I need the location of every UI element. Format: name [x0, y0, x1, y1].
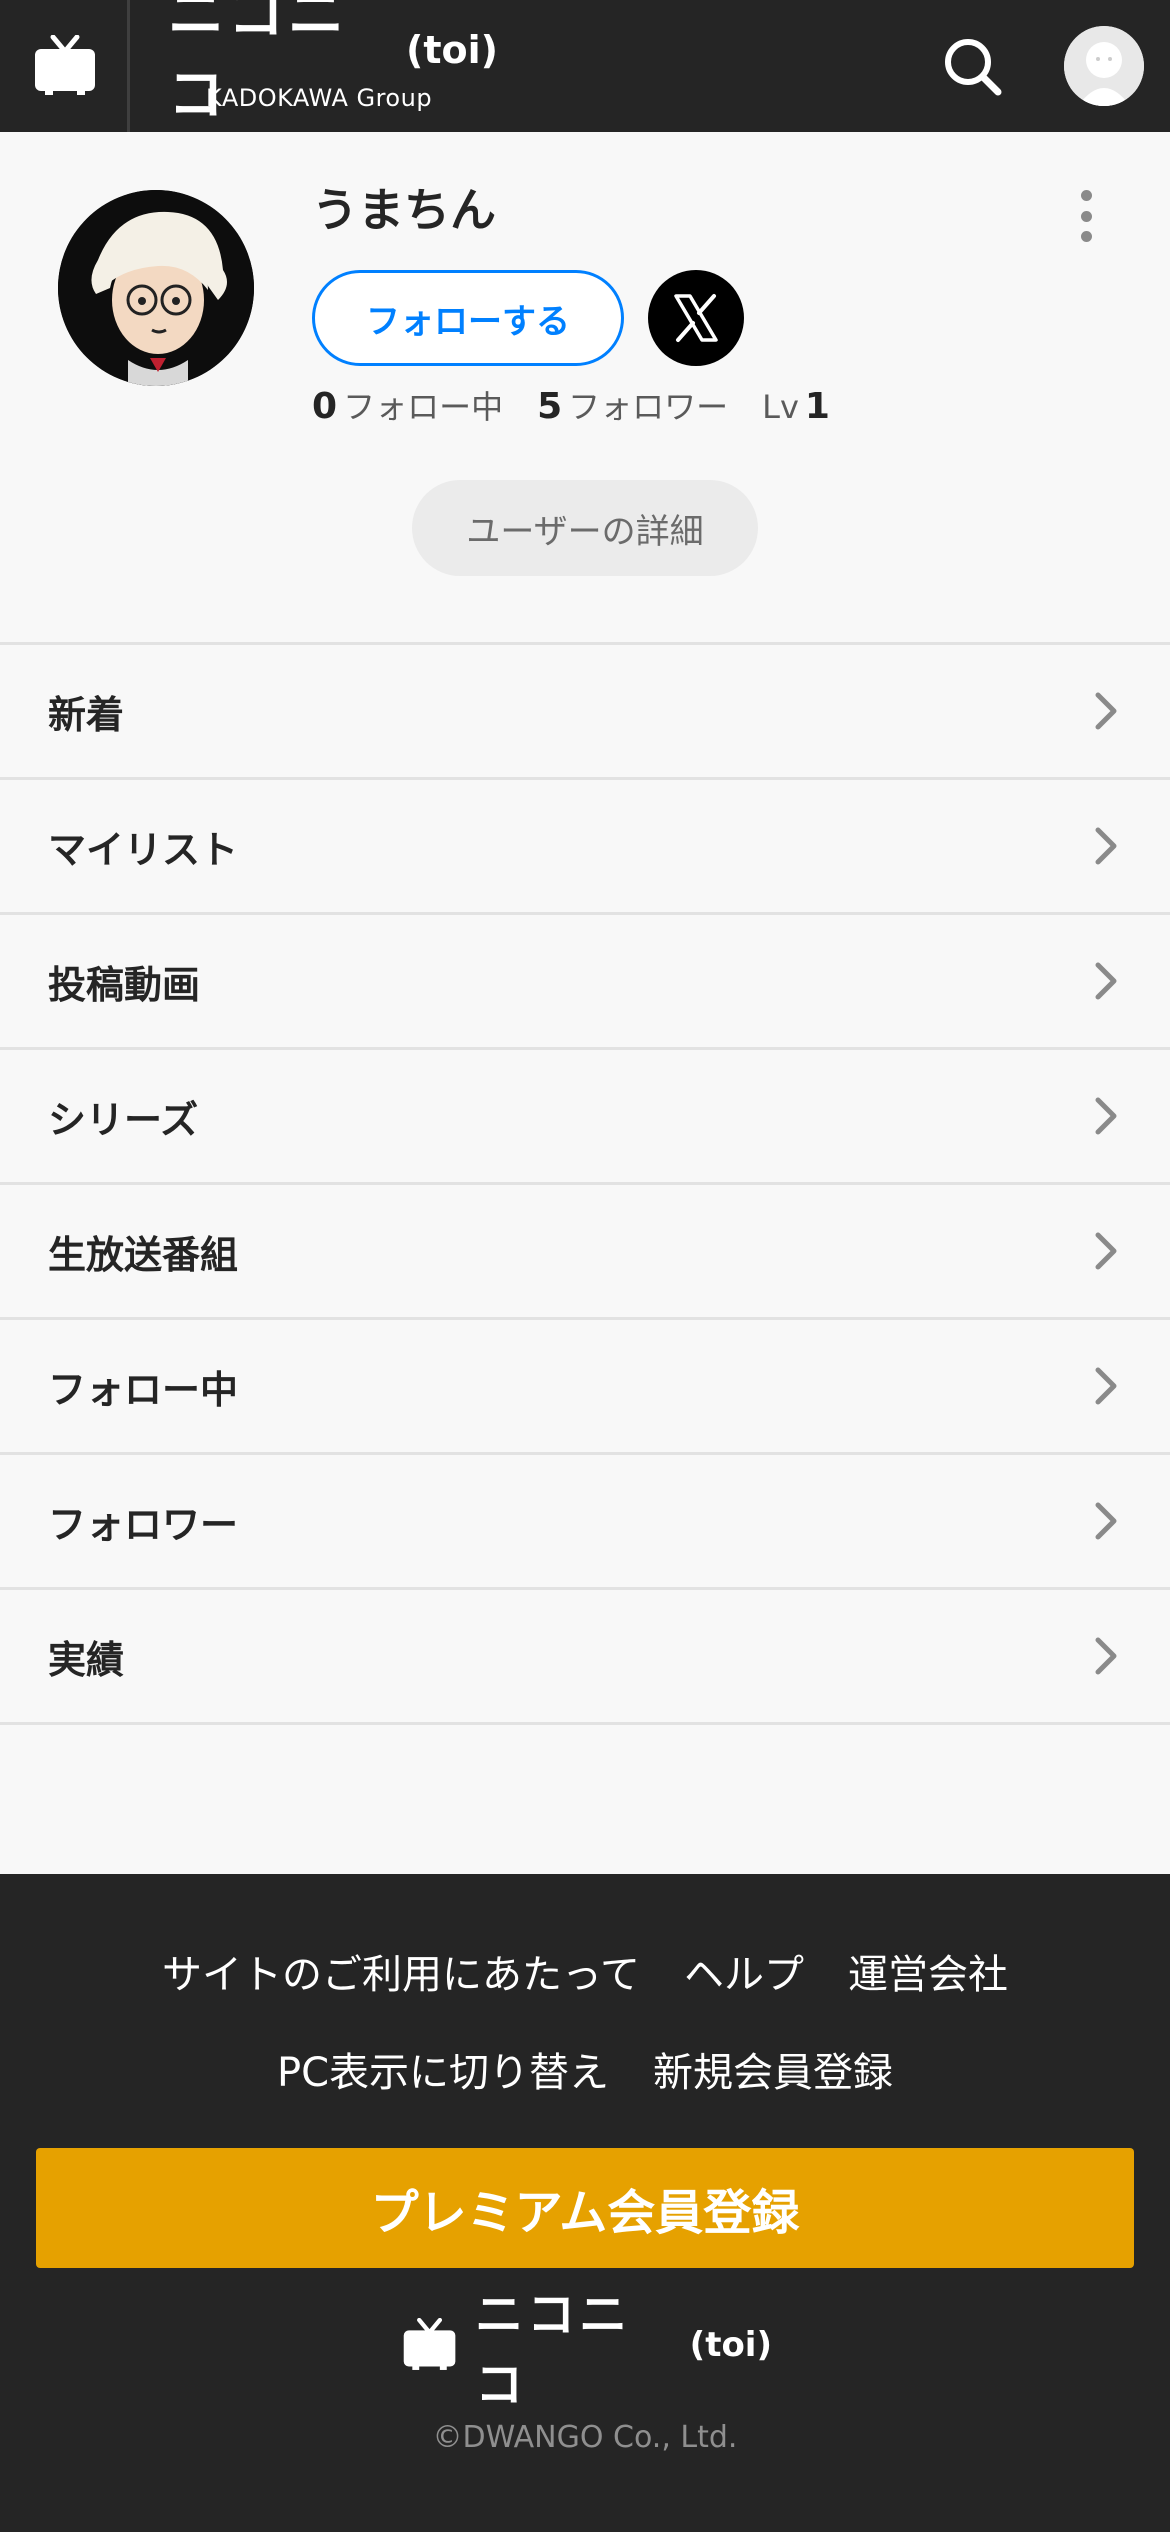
follow-button[interactable]: フォローする	[312, 270, 624, 366]
chevron-right-icon	[1095, 1367, 1117, 1405]
menu-item-label: シリーズ	[48, 1097, 199, 1142]
profile-menu-list: 新着 マイリスト 投稿動画 シリーズ 生放送番組 フォロー中 フォロワー 実績	[0, 642, 1170, 1725]
footer-link-signup[interactable]: 新規会員登録	[653, 2040, 893, 2098]
menu-item-label: 投稿動画	[48, 962, 201, 1007]
more-dot-icon	[1080, 231, 1092, 242]
app-header: ニコニコ (toi) KADOKAWA Group	[0, 0, 1170, 132]
more-options-button[interactable]	[1066, 186, 1106, 246]
site-footer: サイトのご利用にあたって ヘルプ 運営会社 PC表示に切り替え 新規会員登録 プ…	[0, 1874, 1170, 2532]
footer-logo-text: ニコニコ	[475, 2287, 632, 2413]
menu-item-series[interactable]: シリーズ	[0, 1050, 1170, 1185]
profile-stats: 0 フォロー中 5 フォロワー Lv 1	[312, 382, 836, 430]
footer-link-company[interactable]: 運営会社	[848, 1942, 1008, 2000]
profile-avatar-image	[58, 190, 254, 386]
menu-item-followers[interactable]: フォロワー	[0, 1455, 1170, 1590]
footer-link-terms[interactable]: サイトのご利用にあたって	[162, 1942, 640, 2000]
follower-count: 5	[537, 386, 563, 427]
menu-item-label: フォロー中	[48, 1367, 239, 1412]
chevron-right-icon	[1095, 1232, 1117, 1270]
search-button[interactable]	[938, 32, 1006, 100]
search-icon	[945, 39, 1002, 96]
chevron-right-icon	[1095, 1502, 1117, 1540]
footer-link-pc-view[interactable]: PC表示に切り替え	[277, 2040, 609, 2098]
logo-suffix: (toi)	[405, 28, 498, 72]
chevron-right-icon	[1095, 692, 1117, 730]
tv-icon	[35, 35, 95, 95]
more-dot-icon	[1080, 190, 1092, 201]
more-dot-icon	[1080, 210, 1092, 222]
menu-item-label: 新着	[48, 692, 125, 737]
tv-icon	[403, 2318, 456, 2370]
menu-item-new[interactable]: 新着	[0, 645, 1170, 780]
copyright-text: ©DWANGO Co., Ltd.	[432, 2420, 738, 2455]
menu-item-label: 生放送番組	[48, 1232, 239, 1277]
footer-logo[interactable]: ニコニコ (toi)	[402, 2287, 772, 2413]
menu-item-live[interactable]: 生放送番組	[0, 1185, 1170, 1320]
footer-logo-suffix: (toi)	[689, 2325, 772, 2365]
avatar-icon	[1064, 26, 1144, 106]
x-link-button[interactable]	[648, 270, 744, 366]
menu-item-label: マイリスト	[48, 827, 239, 872]
menu-item-videos[interactable]: 投稿動画	[0, 915, 1170, 1050]
menu-item-mylist[interactable]: マイリスト	[0, 780, 1170, 915]
x-logo-icon	[674, 294, 718, 342]
username: うまちん	[312, 183, 496, 237]
chevron-right-icon	[1095, 962, 1117, 1000]
profile-avatar	[58, 190, 254, 386]
following-count: 0	[312, 386, 338, 427]
following-label[interactable]: フォロー中	[343, 382, 503, 428]
level-value: 1	[804, 386, 830, 427]
menu-item-achievements[interactable]: 実績	[0, 1590, 1170, 1725]
logo-subtitle: KADOKAWA Group	[206, 84, 433, 112]
logo-mark: ニコニコ (toi)	[168, 0, 498, 128]
menu-item-label: フォロワー	[48, 1502, 239, 1547]
niconico-logo[interactable]: ニコニコ (toi) KADOKAWA Group	[168, 0, 498, 128]
header-divider	[127, 0, 130, 132]
premium-signup-button[interactable]: プレミアム会員登録	[36, 2148, 1134, 2268]
follower-label[interactable]: フォロワー	[568, 382, 728, 428]
footer-links-row-1: サイトのご利用にあたって ヘルプ 運営会社	[0, 1942, 1170, 2000]
user-details-button[interactable]: ユーザーの詳細	[412, 480, 758, 576]
menu-tv-button[interactable]	[0, 0, 130, 132]
chevron-right-icon	[1095, 1097, 1117, 1135]
menu-item-label: 実績	[48, 1637, 125, 1682]
level-label: Lv	[762, 388, 799, 426]
menu-item-following[interactable]: フォロー中	[0, 1320, 1170, 1455]
profile-section: うまちん フォローする 0 フォロー中 5 フォロワー Lv 1 ユーザーの詳細	[0, 132, 1170, 642]
chevron-right-icon	[1095, 827, 1117, 865]
footer-links-row-2: PC表示に切り替え 新規会員登録	[0, 2040, 1170, 2098]
footer-link-help[interactable]: ヘルプ	[684, 1942, 804, 2000]
user-avatar-button[interactable]	[1064, 26, 1144, 106]
chevron-right-icon	[1095, 1637, 1117, 1675]
